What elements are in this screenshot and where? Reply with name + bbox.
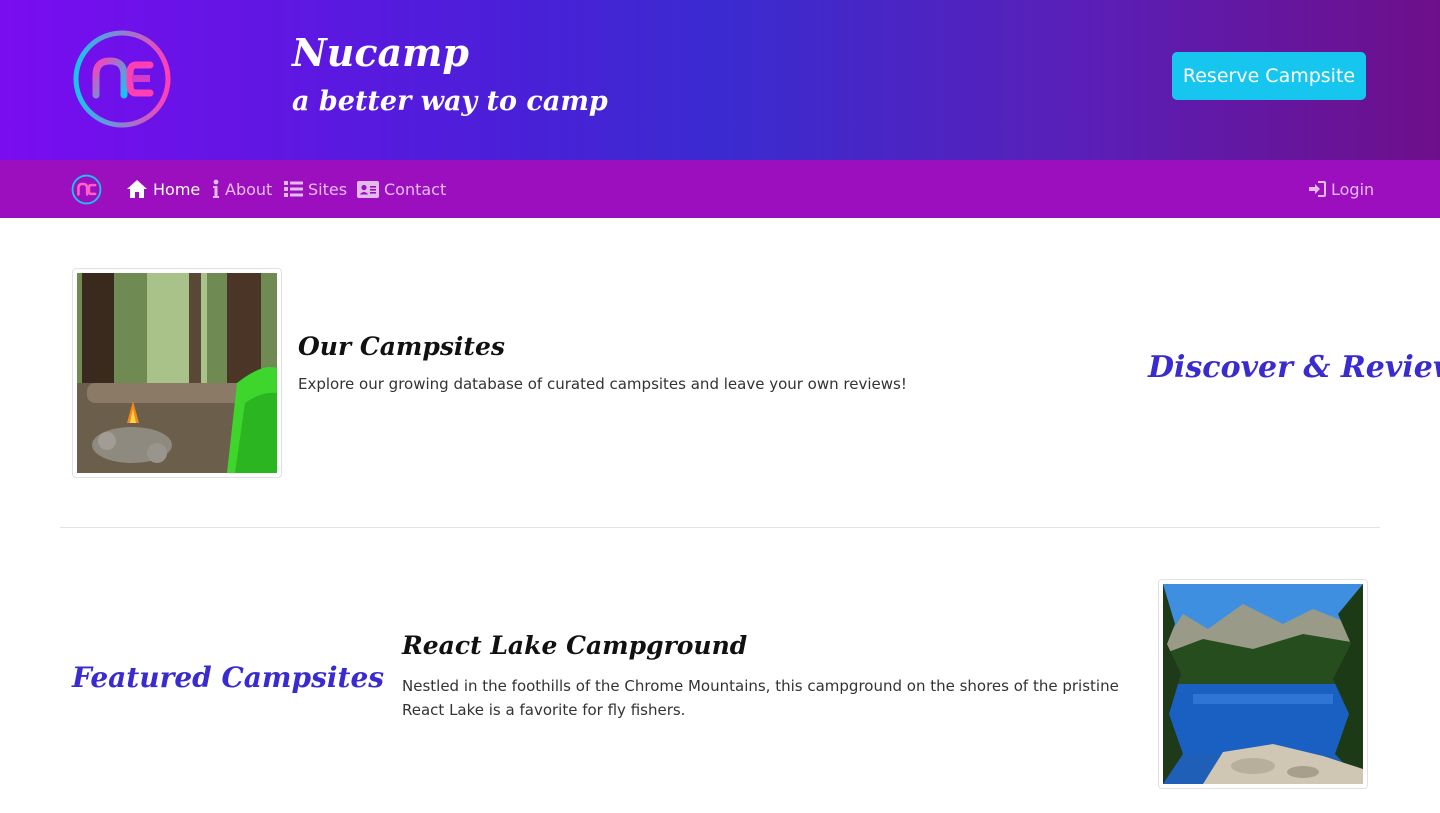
mountain-lake-image: [1163, 584, 1363, 784]
brand-tagline: a better way to camp: [292, 86, 608, 117]
nav-item-contact[interactable]: Contact: [357, 160, 446, 218]
section-divider: [60, 527, 1380, 528]
nav-item-label: About: [225, 179, 273, 199]
campsites-heading: Our Campsites: [298, 332, 505, 361]
nav-item-label: Contact: [384, 179, 447, 199]
nav-item-sites[interactable]: Sites: [284, 160, 347, 218]
nav-item-home[interactable]: Home: [126, 160, 200, 218]
login-label: Login: [1331, 179, 1375, 199]
campfire-forest-image: [77, 273, 277, 473]
campsites-description: Explore our growing database of curated …: [298, 375, 907, 393]
discover-review-heading: Discover & Review: [1148, 350, 1440, 385]
address-card-icon: [357, 180, 379, 198]
campsites-image: [72, 268, 282, 478]
list-icon: [284, 181, 303, 197]
main-navbar: Home About Sites Contact Login: [0, 160, 1440, 218]
login-link[interactable]: Login: [1309, 160, 1374, 218]
featured-campsite-image: [1158, 579, 1368, 789]
sign-in-icon: [1309, 181, 1326, 197]
nav-item-about[interactable]: About: [212, 160, 272, 218]
home-icon: [127, 180, 147, 198]
featured-campsite-description: Nestled in the foothills of the Chrome M…: [402, 677, 1119, 719]
nav-item-label: Sites: [308, 179, 348, 199]
reserve-campsite-button[interactable]: Reserve Campsite: [1172, 52, 1366, 100]
featured-campsites-heading: Featured Campsites: [72, 661, 385, 694]
nucamp-logo-small-icon[interactable]: [71, 174, 102, 205]
brand-title: Nucamp: [292, 30, 469, 75]
nucamp-logo-icon: [73, 30, 171, 128]
nav-item-label: Home: [153, 179, 201, 199]
info-icon: [213, 179, 219, 198]
site-header: Nucamp a better way to camp Reserve Camp…: [0, 0, 1440, 160]
featured-campsite-title: React Lake Campground: [402, 631, 748, 660]
